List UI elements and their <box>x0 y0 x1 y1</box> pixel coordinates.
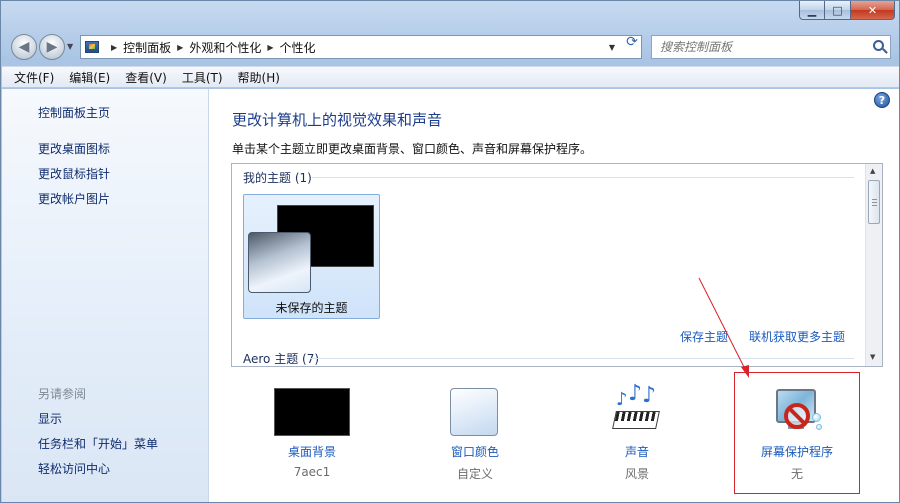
recent-pages-dropdown-icon[interactable]: ▼ <box>67 42 73 51</box>
personalization-window: ▁ □ ✕ ◀ ▶ ▼ ▶ 控制面板 ▶ 外观和个性化 ▶ 个性化 ▼ ⟳ 文件… <box>0 0 900 503</box>
forward-button[interactable]: ▶ <box>39 34 65 60</box>
sounds-setting[interactable]: ♪ ♪ ♪ 声音 风景 <box>572 381 702 485</box>
theme-name: 未保存的主题 <box>275 301 348 315</box>
my-themes-label: 我的主题 (1) <box>243 171 312 185</box>
setting-value: 7aec1 <box>293 465 331 479</box>
breadcrumb-control-panel[interactable]: 控制面板 <box>123 39 171 56</box>
setting-value: 自定义 <box>456 467 493 481</box>
save-theme-link[interactable]: 保存主题 <box>680 328 728 345</box>
group-divider <box>310 358 854 359</box>
annotation-highlight-box <box>734 372 860 494</box>
breadcrumb-separator-icon[interactable]: ▶ <box>177 43 183 52</box>
grip-line <box>872 202 877 203</box>
help-icon[interactable]: ? <box>874 92 890 108</box>
back-arrow-icon: ◀ <box>18 39 30 55</box>
link-taskbar-start-menu[interactable]: 任务栏和「开始」菜单 <box>38 435 158 452</box>
close-icon: ✕ <box>867 3 878 17</box>
sounds-icon: ♪ ♪ ♪ <box>612 381 662 437</box>
aero-themes-label: Aero 主题 (7) <box>243 352 320 366</box>
keyboard-keys <box>612 411 660 429</box>
theme-unsaved[interactable]: 未保存的主题 <box>243 194 380 319</box>
grip-line <box>872 199 877 200</box>
menu-tools[interactable]: 工具(T) <box>180 68 225 87</box>
breadcrumb-separator-icon[interactable]: ▶ <box>267 43 273 52</box>
breadcrumb-separator-icon[interactable]: ▶ <box>111 43 117 52</box>
refresh-icon: ⟳ <box>626 34 638 50</box>
title-buttons: ▁ □ ✕ <box>799 1 895 20</box>
see-also-heading: 另请参阅 <box>38 387 87 401</box>
setting-label: 桌面背景 <box>287 445 336 459</box>
address-dropdown-icon[interactable]: ▼ <box>609 43 615 52</box>
maximize-icon: □ <box>832 3 843 17</box>
page-description: 单击某个主题立即更改桌面背景、窗口颜色、声音和屏幕保护程序。 <box>232 142 593 156</box>
navigation-bar: ◀ ▶ ▼ ▶ 控制面板 ▶ 外观和个性化 ▶ 个性化 ▼ ⟳ <box>1 31 900 63</box>
theme-list[interactable]: 我的主题 (1) 未保存的主题 保存主题 联机获取更多主题 Aero 主题 (7… <box>231 163 883 367</box>
theme-scrollbar[interactable]: ▲ ▼ <box>865 164 882 366</box>
grip-line <box>872 205 877 206</box>
search-box[interactable] <box>651 35 891 59</box>
menu-help[interactable]: 帮助(H) <box>236 68 282 87</box>
menu-bar: 文件(F) 编辑(E) 查看(V) 工具(T) 帮助(H) <box>2 66 899 88</box>
menu-edit[interactable]: 编辑(E) <box>67 68 112 87</box>
link-change-mouse-pointers[interactable]: 更改鼠标指针 <box>38 165 110 182</box>
theme-window-preview <box>248 232 311 293</box>
scroll-thumb[interactable] <box>868 180 880 224</box>
search-icon[interactable] <box>873 40 884 51</box>
link-change-account-picture[interactable]: 更改帐户图片 <box>38 190 110 207</box>
desktop-background-icon <box>274 388 350 436</box>
scroll-down-icon[interactable]: ▼ <box>870 353 875 361</box>
link-change-desktop-icons[interactable]: 更改桌面图标 <box>38 140 110 157</box>
main-content: ? 更改计算机上的视觉效果和声音 单击某个主题立即更改桌面背景、窗口颜色、声音和… <box>209 89 899 502</box>
breadcrumb-appearance[interactable]: 外观和个性化 <box>189 39 261 56</box>
music-note: ♪ <box>628 381 643 406</box>
desktop-background-setting[interactable]: 桌面背景 7aec1 <box>247 385 377 485</box>
search-input[interactable] <box>660 40 860 54</box>
music-note: ♪ <box>642 383 657 408</box>
minimize-icon: ▁ <box>807 3 817 17</box>
minimize-button[interactable]: ▁ <box>799 1 825 20</box>
breadcrumb-personalization[interactable]: 个性化 <box>280 39 316 56</box>
control-panel-icon <box>85 41 99 53</box>
page-title: 更改计算机上的视觉效果和声音 <box>232 111 443 129</box>
link-display[interactable]: 显示 <box>38 410 62 427</box>
menu-file[interactable]: 文件(F) <box>12 68 56 87</box>
link-ease-of-access[interactable]: 轻松访问中心 <box>38 460 110 477</box>
window-color-setting[interactable]: 窗口颜色 自定义 <box>410 385 540 485</box>
setting-value: 风景 <box>624 467 649 481</box>
link-control-panel-home[interactable]: 控制面板主页 <box>38 104 110 121</box>
scroll-up-icon[interactable]: ▲ <box>870 167 875 175</box>
menu-view[interactable]: 查看(V) <box>123 68 169 87</box>
music-note: ♪ <box>616 389 628 410</box>
close-button[interactable]: ✕ <box>851 1 895 20</box>
setting-label: 声音 <box>624 445 649 459</box>
setting-label: 窗口颜色 <box>450 445 499 459</box>
task-pane: 控制面板主页 更改桌面图标 更改鼠标指针 更改帐户图片 另请参阅 显示 任务栏和… <box>2 89 209 502</box>
maximize-button[interactable]: □ <box>825 1 851 20</box>
forward-arrow-icon: ▶ <box>46 39 58 55</box>
get-more-themes-link[interactable]: 联机获取更多主题 <box>749 328 845 345</box>
refresh-button[interactable]: ⟳ <box>621 34 643 50</box>
window-color-icon <box>450 388 498 436</box>
back-button[interactable]: ◀ <box>11 34 37 60</box>
address-bar[interactable]: ▶ 控制面板 ▶ 外观和个性化 ▶ 个性化 ▼ <box>80 35 642 59</box>
group-divider <box>312 177 854 178</box>
